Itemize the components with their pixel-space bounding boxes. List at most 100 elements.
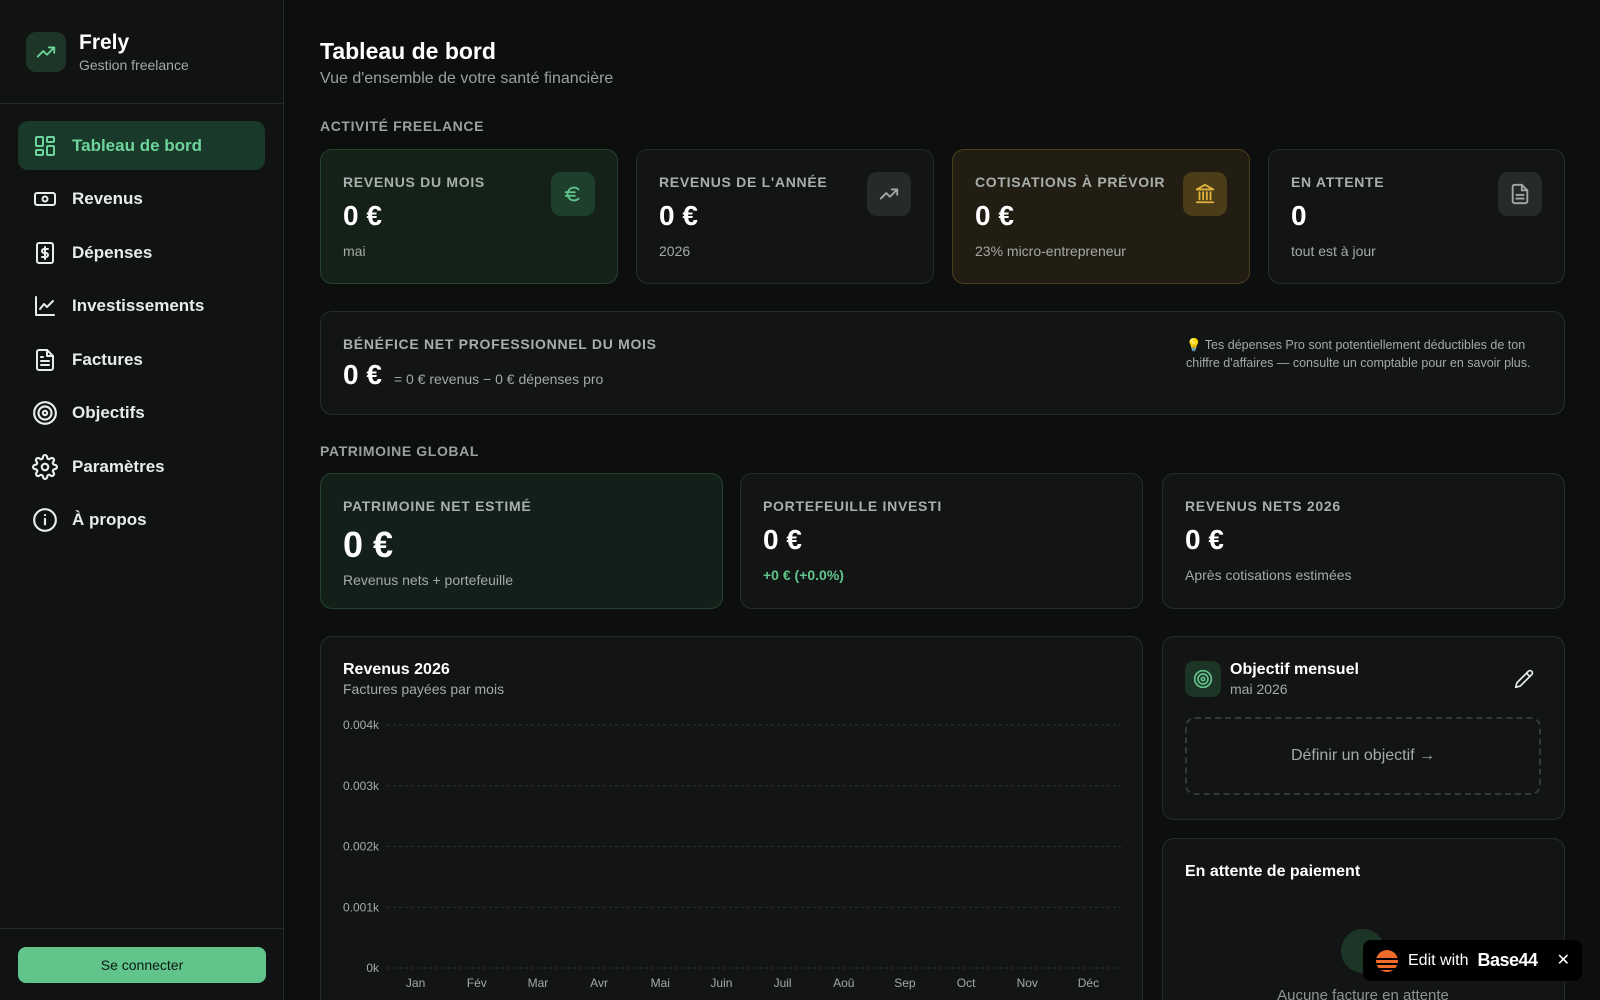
page-subtitle: Vue d'ensemble de votre santé financière	[320, 70, 614, 87]
benefit-row: 0 € = 0 € revenus − 0 € dépenses pro	[343, 359, 603, 391]
trending-up-icon	[26, 31, 66, 72]
chart-y-tick-label: 0.003k	[343, 779, 380, 793]
stat-value: 0 €	[343, 524, 394, 565]
gear-icon	[32, 453, 58, 480]
bank-icon	[1183, 172, 1227, 216]
stat-card-revenus-annee: REVENUS DE L'ANNÉE 0 € 2026	[636, 149, 934, 284]
benefit-value: 0 €	[343, 359, 382, 390]
stat-note: 23% micro-entrepreneur	[975, 243, 1126, 259]
connect-button[interactable]: Se connecter	[18, 947, 266, 983]
stat-value: 0 €	[1185, 524, 1224, 555]
brand: Frely Gestion freelance	[0, 0, 283, 104]
chart-x-tick-label: Juil	[774, 976, 792, 990]
sidebar-item-revenus[interactable]: Revenus	[18, 175, 265, 224]
chart-y-tick-label: 0.001k	[343, 900, 380, 914]
objectif-subtitle: mai 2026	[1230, 681, 1288, 697]
sidebar-nav: Tableau de bord Revenus Dépenses Investi…	[0, 104, 283, 566]
stat-value: 0 €	[659, 200, 698, 231]
benefit-detail: = 0 € revenus − 0 € dépenses pro	[393, 371, 604, 387]
chart-x-tick-label: Oct	[957, 976, 976, 990]
stat-label: COTISATIONS À PRÉVOIR	[975, 174, 1166, 190]
edit-badge-text: Edit with	[1408, 951, 1469, 969]
chart-x-tick-label: Aoû	[833, 976, 854, 990]
stat-card-en-attente: EN ATTENTE 0 tout est à jour	[1268, 149, 1565, 284]
close-icon[interactable]: ✕	[1557, 950, 1570, 970]
sidebar-item-investissements[interactable]: Investissements	[18, 282, 265, 331]
pending-empty-text: Aucune facture en attente	[1277, 987, 1449, 1000]
benefit-tip: 💡 Tes dépenses Pro sont potentiellement …	[1186, 338, 1531, 370]
sidebar: Frely Gestion freelance Tableau de bord …	[0, 0, 284, 1000]
section-label-activity: ACTIVITÉ FREELANCE	[320, 118, 485, 134]
pencil-icon[interactable]	[1514, 669, 1534, 689]
stat-card-revenus-mois: REVENUS DU MOIS 0 € mai	[320, 149, 618, 284]
revenue-chart: 0.004k 0.003k 0.002k 0.001k 0k Jan Fév Mar Avr Ma…	[343, 718, 1121, 990]
patrimoine-card-revenus-nets: REVENUS NETS 2026 0 € Après cotisations …	[1162, 473, 1565, 609]
sidebar-item-depenses[interactable]: Dépenses	[18, 228, 265, 277]
objectif-card: Objectif mensuel mai 2026 Définir un obj…	[1162, 636, 1565, 820]
patrimoine-card-portefeuille: PORTEFEUILLE INVESTI 0 € +0 € (+0.0%)	[740, 473, 1143, 609]
revenue-chart-card: Revenus 2026 Factures payées par mois 0.…	[320, 636, 1143, 1000]
sidebar-item-a-propos[interactable]: À propos	[18, 496, 265, 545]
brand-name: Frely	[79, 30, 130, 54]
define-objective-button[interactable]: Définir un objectif →	[1185, 717, 1541, 795]
sidebar-item-tableau-de-bord[interactable]: Tableau de bord	[18, 121, 265, 170]
stat-note: +0 € (+0.0%)	[763, 567, 844, 583]
chart-x-tick-label: Jan	[406, 976, 425, 990]
chart-x-tick-label: Juin	[710, 976, 732, 990]
document-icon	[1498, 172, 1542, 216]
stat-label: REVENUS NETS 2026	[1185, 498, 1341, 514]
chart-x-tick-label: Mai	[651, 976, 670, 990]
stat-card-cotisations: COTISATIONS À PRÉVOIR 0 € 23% micro-entr…	[952, 149, 1250, 284]
info-icon	[32, 507, 58, 533]
stat-label: EN ATTENTE	[1291, 174, 1385, 190]
page-title: Tableau de bord	[320, 38, 496, 64]
sidebar-item-label: Dépenses	[72, 242, 153, 262]
chart-x-tick-label: Avr	[590, 976, 608, 990]
stat-value: 0 €	[975, 200, 1014, 231]
benefit-label: BÉNÉFICE NET PROFESSIONNEL DU MOIS	[343, 336, 657, 352]
trending-up-icon	[867, 172, 911, 216]
file-text-icon	[32, 347, 58, 373]
chart-x-tick-label: Sep	[894, 976, 916, 990]
stat-value: 0 €	[763, 524, 802, 555]
sidebar-item-factures[interactable]: Factures	[18, 335, 265, 384]
stat-note: 2026	[659, 243, 691, 259]
chart-x-tick-label: Nov	[1017, 976, 1038, 990]
edit-with-base44-badge[interactable]: Edit with Base44 ✕	[1363, 940, 1582, 981]
stat-label: PORTEFEUILLE INVESTI	[763, 498, 942, 514]
sidebar-item-label: Revenus	[72, 189, 143, 208]
benefit-card: BÉNÉFICE NET PROFESSIONNEL DU MOIS 0 € =…	[320, 311, 1565, 415]
chart-x-tick-label: Mar	[528, 976, 549, 990]
sidebar-footer: Se connecter	[0, 928, 283, 1000]
stat-note: Après cotisations estimées	[1185, 567, 1352, 583]
sidebar-item-parametres[interactable]: Paramètres	[18, 442, 265, 491]
chart-x-tick-label: Fév	[467, 976, 487, 990]
euro-icon	[551, 172, 595, 216]
sidebar-item-label: À propos	[72, 510, 147, 529]
sidebar-item-label: Paramètres	[72, 456, 165, 476]
dashboard-icon	[32, 133, 58, 159]
brand-subtitle: Gestion freelance	[79, 56, 189, 73]
base44-logo-icon	[1376, 949, 1398, 972]
chart-y-tick-label: 0k	[366, 961, 380, 975]
patrimoine-card-net: PATRIMOINE NET ESTIMÉ 0 € Revenus nets +…	[320, 473, 723, 609]
sidebar-item-label: Tableau de bord	[72, 135, 203, 155]
stat-value: 0 €	[343, 200, 382, 231]
pending-title: En attente de paiement	[1185, 863, 1361, 880]
sidebar-item-label: Investissements	[72, 296, 205, 315]
stat-note: tout est à jour	[1291, 243, 1376, 259]
stat-note: Revenus nets + portefeuille	[343, 572, 514, 588]
target-icon	[1185, 661, 1221, 697]
sidebar-item-label: Objectifs	[72, 403, 145, 422]
sidebar-item-objectifs[interactable]: Objectifs	[18, 389, 265, 438]
target-icon	[32, 400, 58, 426]
line-chart-icon	[32, 293, 58, 319]
stat-note: mai	[343, 243, 366, 259]
chart-y-tick-label: 0.004k	[343, 718, 380, 732]
banknote-icon	[32, 186, 58, 212]
objectif-title: Objectif mensuel	[1230, 661, 1359, 678]
chart-x-tick-label: Déc	[1078, 976, 1099, 990]
stat-label: REVENUS DU MOIS	[343, 174, 485, 190]
receipt-icon	[32, 240, 58, 266]
stat-label: PATRIMOINE NET ESTIMÉ	[343, 498, 532, 514]
